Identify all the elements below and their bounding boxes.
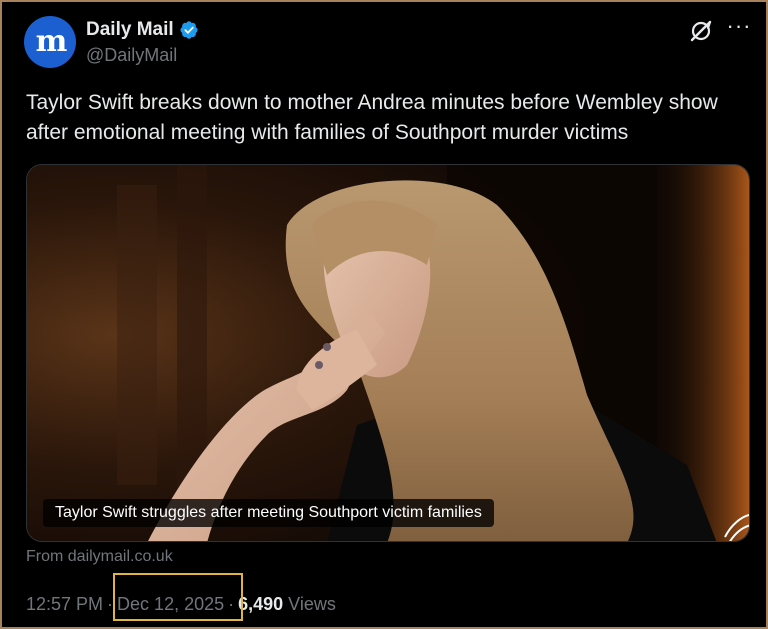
- more-options-icon[interactable]: ···: [726, 15, 752, 42]
- handle[interactable]: @DailyMail: [86, 45, 199, 66]
- name-row: Daily Mail: [86, 19, 199, 41]
- media-photo: [27, 165, 749, 541]
- tweet-text: Taylor Swift breaks down to mother Andre…: [26, 91, 718, 144]
- views-count: 6,490: [238, 593, 284, 614]
- verified-badge-icon[interactable]: [179, 20, 199, 40]
- display-name[interactable]: Daily Mail: [86, 19, 174, 41]
- date-highlight-box: [113, 573, 243, 621]
- tweet-post: m Daily Mail @DailyMail ··· Taylor Swift…: [2, 2, 766, 627]
- avatar-letters: m: [35, 23, 68, 59]
- views-label: Views: [288, 593, 336, 614]
- media-caption: Taylor Swift struggles after meeting Sou…: [43, 499, 494, 527]
- screenshot-frame: m Daily Mail @DailyMail ··· Taylor Swift…: [0, 0, 768, 629]
- link-source[interactable]: From dailymail.co.uk: [26, 548, 173, 566]
- tweet-header: m Daily Mail @DailyMail ···: [24, 15, 754, 72]
- grok-icon[interactable]: [688, 18, 714, 44]
- avatar[interactable]: m: [24, 16, 76, 68]
- tweet-media[interactable]: Taylor Swift struggles after meeting Sou…: [26, 164, 750, 542]
- tweet-time[interactable]: 12:57 PM: [26, 594, 103, 615]
- author-names: Daily Mail @DailyMail: [86, 19, 199, 66]
